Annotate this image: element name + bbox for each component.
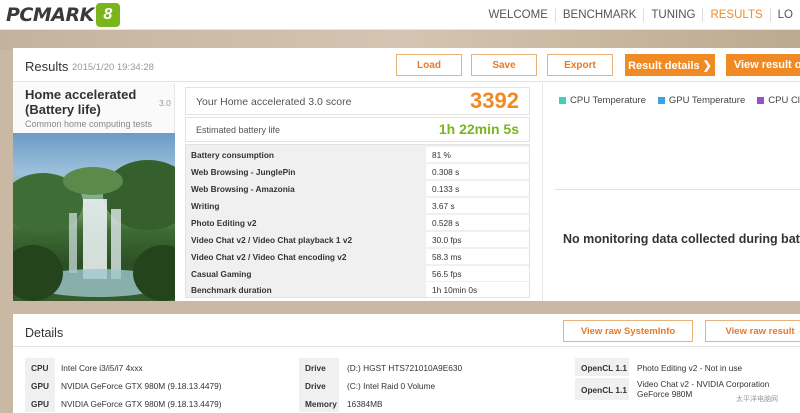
details-panel: Details View raw SystemInfo View raw res… [13, 314, 800, 413]
detail-value-opencl: Photo Editing v2 - Not in use [637, 363, 743, 373]
export-button[interactable]: Export [547, 54, 613, 76]
test-version: 3.0 [159, 98, 171, 108]
legend-swatch [559, 97, 566, 104]
metric-value: 81 % [426, 147, 529, 162]
test-description: Common home computing tests [25, 119, 153, 129]
metric-row: Writing 3.67 s [186, 198, 529, 214]
detail-value-gpu: NVIDIA GeForce GTX 980M (9.18.13.4479) [61, 381, 222, 391]
metric-value: 1h 10min 0s [426, 282, 529, 297]
legend-label: GPU Temperature [668, 95, 746, 106]
detail-value-drive: (C:) Intel Raid 0 Volume [347, 381, 436, 391]
test-thumbnail-image [13, 133, 175, 301]
score-label: Your Home accelerated 3.0 score [196, 96, 352, 108]
nav-welcome[interactable]: WELCOME [481, 8, 554, 22]
metric-row: Video Chat v2 / Video Chat encoding v2 5… [186, 249, 529, 265]
score-row: Your Home accelerated 3.0 score 3392 [185, 87, 530, 115]
load-button[interactable]: Load [396, 54, 462, 76]
top-bar: PCMARK 8 WELCOME BENCHMARK TUNING RESULT… [0, 0, 800, 30]
detail-label-gpu: GPU [25, 394, 55, 412]
pcmark-logo: PCMARK 8 [6, 2, 120, 28]
detail-label-opencl: OpenCL 1.1 [575, 358, 629, 376]
logo-text: PCMARK [6, 4, 94, 26]
legend-gpu-temperature[interactable]: GPU Temperature [657, 95, 746, 106]
battery-life-row: Estimated battery life 1h 22min 5s [185, 117, 530, 142]
waterfall-landscape-image [13, 160, 175, 301]
metric-name: Video Chat v2 / Video Chat playback 1 v2 [191, 235, 353, 245]
metric-row: Web Browsing - JunglePin 0.308 s [186, 164, 529, 180]
detail-label-cpu: CPU [25, 358, 55, 376]
nav-benchmark[interactable]: BENCHMARK [554, 8, 643, 22]
detail-label-opencl: OpenCL 1.1 [575, 378, 629, 400]
metric-value: 3.67 s [426, 198, 529, 213]
nav-login[interactable]: LO [769, 8, 800, 22]
metric-value: 30.0 fps [426, 232, 529, 247]
metric-row: Benchmark duration 1h 10min 0s [186, 282, 529, 298]
view-raw-result-button[interactable]: View raw result [705, 320, 800, 342]
score-area: Your Home accelerated 3.0 score 3392 Est… [185, 83, 532, 301]
legend-cpu-clock[interactable]: CPU Clock [757, 95, 800, 106]
monitoring-panel: CPU Temperature GPU Temperature CPU Cloc… [542, 83, 800, 301]
detail-value-cpu: Intel Core i3/i5/i7 4xxx [61, 363, 143, 373]
detail-value-drive: (D:) HGST HTS721010A9E630 [347, 363, 463, 373]
detail-label-drive: Drive [299, 376, 339, 394]
metric-value: 0.528 s [426, 215, 529, 230]
test-name: Home accelerated (Battery life) [25, 87, 137, 117]
detail-value-memory: 16384MB [347, 399, 383, 409]
metric-name: Benchmark duration [191, 285, 272, 295]
result-details-button[interactable]: Result details ❯ [625, 54, 715, 76]
results-panel: Results 2015/1/20 19:34:28 Load Save Exp… [13, 48, 800, 301]
battery-life-value: 1h 22min 5s [438, 121, 519, 137]
detail-label-memory: Memory [299, 394, 339, 412]
watermark: 太平洋电脑网 [736, 396, 778, 403]
test-info: Home accelerated (Battery life) 3.0 Comm… [13, 83, 175, 301]
divider [555, 189, 800, 190]
logo-badge: 8 [95, 3, 120, 27]
details-header: Details View raw SystemInfo View raw res… [13, 314, 800, 347]
detail-label-drive: Drive [299, 358, 339, 376]
nav-results[interactable]: RESULTS [702, 8, 769, 22]
detail-label-gpu: GPU [25, 376, 55, 394]
metric-name: Casual Gaming [191, 269, 252, 279]
main-nav: WELCOME BENCHMARK TUNING RESULTS LO [481, 0, 800, 30]
metric-name: Video Chat v2 / Video Chat encoding v2 [191, 252, 347, 262]
detail-value-gpu: NVIDIA GeForce GTX 980M (9.18.13.4479) [61, 399, 222, 409]
legend-swatch [757, 97, 765, 104]
legend-label: CPU Temperature [570, 95, 646, 106]
metric-row: Video Chat v2 / Video Chat playback 1 v2… [186, 232, 529, 248]
legend-swatch [657, 97, 665, 104]
no-monitoring-data-message: No monitoring data collected during batt… [563, 232, 800, 246]
metric-row: Casual Gaming 56.5 fps [186, 266, 529, 282]
metric-row: Web Browsing - Amazonia 0.133 s [186, 181, 529, 197]
metric-row: Battery consumption 81 % [186, 147, 529, 163]
metric-value: 58.3 ms [426, 249, 529, 264]
legend-label: CPU Clock [768, 95, 800, 106]
legend-cpu-temperature[interactable]: CPU Temperature [559, 95, 646, 106]
metric-value: 0.308 s [426, 164, 529, 179]
results-header: Results 2015/1/20 19:34:28 Load Save Exp… [13, 48, 800, 82]
metric-name: Photo Editing v2 [191, 218, 257, 228]
score-value: 3392 [470, 88, 519, 113]
view-result-online-button[interactable]: View result on [726, 54, 800, 76]
monitoring-legend: CPU Temperature GPU Temperature CPU Cloc… [559, 95, 800, 106]
results-title: Results [25, 59, 69, 74]
metric-name: Web Browsing - Amazonia [191, 184, 295, 194]
background-band [0, 30, 800, 50]
metric-value: 0.133 s [426, 181, 529, 196]
metric-name: Writing [191, 201, 220, 211]
battery-life-label: Estimated battery life [196, 125, 281, 135]
metric-name: Web Browsing - JunglePin [191, 167, 296, 177]
results-date: 2015/1/20 19:34:28 [72, 62, 154, 73]
metric-row: Photo Editing v2 0.528 s [186, 215, 529, 231]
view-raw-systeminfo-button[interactable]: View raw SystemInfo [563, 320, 693, 342]
nav-tuning[interactable]: TUNING [643, 8, 702, 22]
metric-name: Battery consumption [191, 150, 274, 160]
metrics-table: Battery consumption 81 % Web Browsing - … [185, 144, 530, 298]
details-title: Details [25, 326, 64, 340]
metric-value: 56.5 fps [426, 266, 529, 281]
save-button[interactable]: Save [471, 54, 537, 76]
